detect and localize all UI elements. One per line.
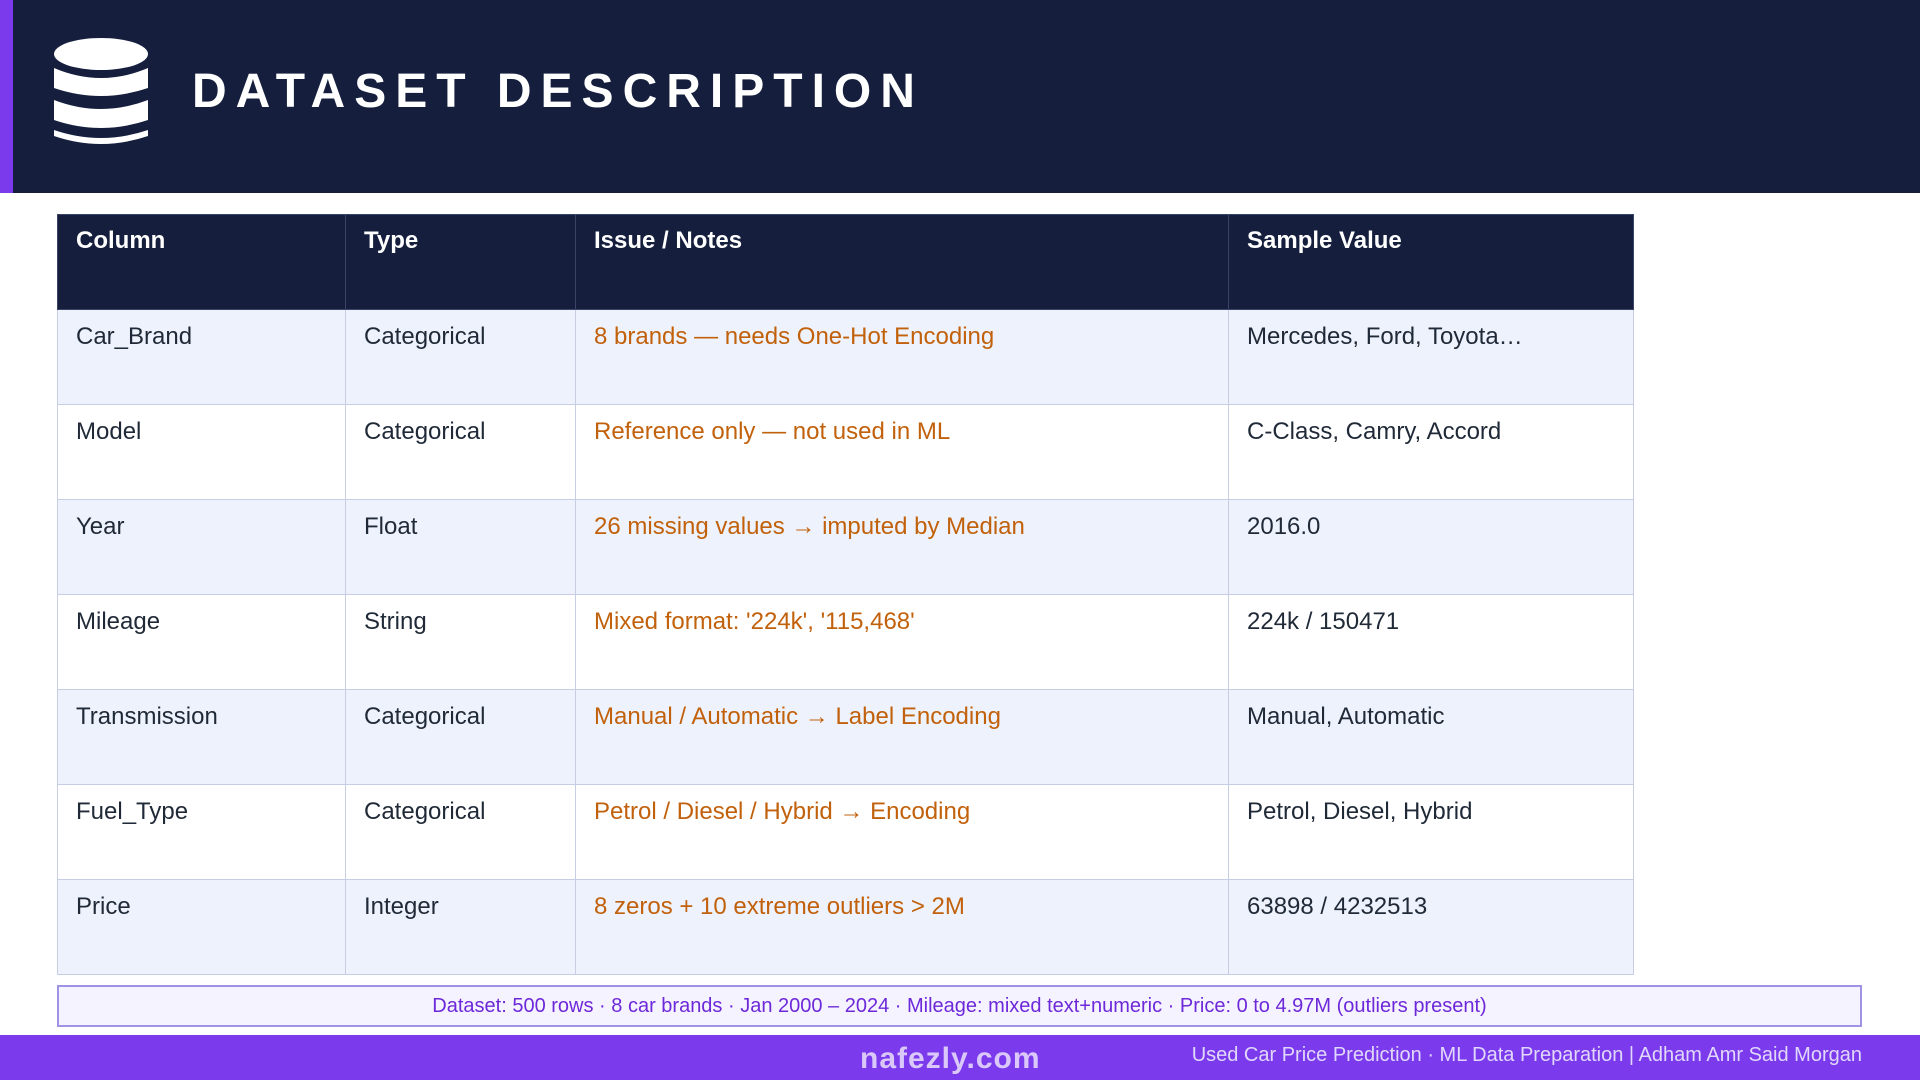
note-cell: Petrol / Diesel / Hybrid → Encoding: [575, 784, 1229, 880]
table-row: Price Integer 8 zeros + 10 extreme outli…: [57, 879, 1634, 975]
database-icon: [54, 38, 148, 144]
table-row: Transmission Categorical Manual / Automa…: [57, 689, 1634, 785]
column-name-cell: Model: [57, 404, 346, 500]
type-cell: Float: [345, 499, 576, 595]
column-header: Sample Value: [1228, 214, 1634, 310]
column-name-cell: Price: [57, 879, 346, 975]
type-cell: Categorical: [345, 404, 576, 500]
note-cell: Reference only — not used in ML: [575, 404, 1229, 500]
dataset-table: Column Type Issue / Notes Sample Value C…: [57, 214, 1634, 975]
sample-cell: 224k / 150471: [1228, 594, 1634, 690]
table-header-row: Column Type Issue / Notes Sample Value: [57, 214, 1634, 310]
table-row: Fuel_Type Categorical Petrol / Diesel / …: [57, 784, 1634, 880]
type-cell: Categorical: [345, 689, 576, 785]
note-cell: Manual / Automatic → Label Encoding: [575, 689, 1229, 785]
column-header: Issue / Notes: [575, 214, 1229, 310]
column-name-cell: Mileage: [57, 594, 346, 690]
sample-cell: C-Class, Camry, Accord: [1228, 404, 1634, 500]
type-cell: Integer: [345, 879, 576, 975]
sample-cell: Mercedes, Ford, Toyota…: [1228, 309, 1634, 405]
footer-credit: Used Car Price Prediction · ML Data Prep…: [1191, 1044, 1862, 1066]
header-accent-stripe: [0, 0, 13, 193]
type-cell: Categorical: [345, 784, 576, 880]
column-name-cell: Car_Brand: [57, 309, 346, 405]
dataset-summary-bar: Dataset: 500 rows · 8 car brands · Jan 2…: [57, 985, 1862, 1027]
table-row: Car_Brand Categorical 8 brands — needs O…: [57, 309, 1634, 405]
table-row: Model Categorical Reference only — not u…: [57, 404, 1634, 500]
note-cell: 8 brands — needs One-Hot Encoding: [575, 309, 1229, 405]
column-header: Type: [345, 214, 576, 310]
note-cell: Mixed format: '224k', '115,468': [575, 594, 1229, 690]
column-name-cell: Transmission: [57, 689, 346, 785]
column-name-cell: Year: [57, 499, 346, 595]
page-title: DATASET DESCRIPTION: [192, 65, 924, 118]
header-bar: DATASET DESCRIPTION: [0, 0, 1920, 193]
column-name-cell: Fuel_Type: [57, 784, 346, 880]
note-cell: 8 zeros + 10 extreme outliers > 2M: [575, 879, 1229, 975]
sample-cell: Manual, Automatic: [1228, 689, 1634, 785]
type-cell: Categorical: [345, 309, 576, 405]
table-row: Mileage String Mixed format: '224k', '11…: [57, 594, 1634, 690]
type-cell: String: [345, 594, 576, 690]
note-cell: 26 missing values → imputed by Median: [575, 499, 1229, 595]
column-header: Column: [57, 214, 346, 310]
sample-cell: 2016.0: [1228, 499, 1634, 595]
table-row: Year Float 26 missing values → imputed b…: [57, 499, 1634, 595]
watermark: nafezly.com: [860, 1042, 1041, 1075]
sample-cell: Petrol, Diesel, Hybrid: [1228, 784, 1634, 880]
sample-cell: 63898 / 4232513: [1228, 879, 1634, 975]
